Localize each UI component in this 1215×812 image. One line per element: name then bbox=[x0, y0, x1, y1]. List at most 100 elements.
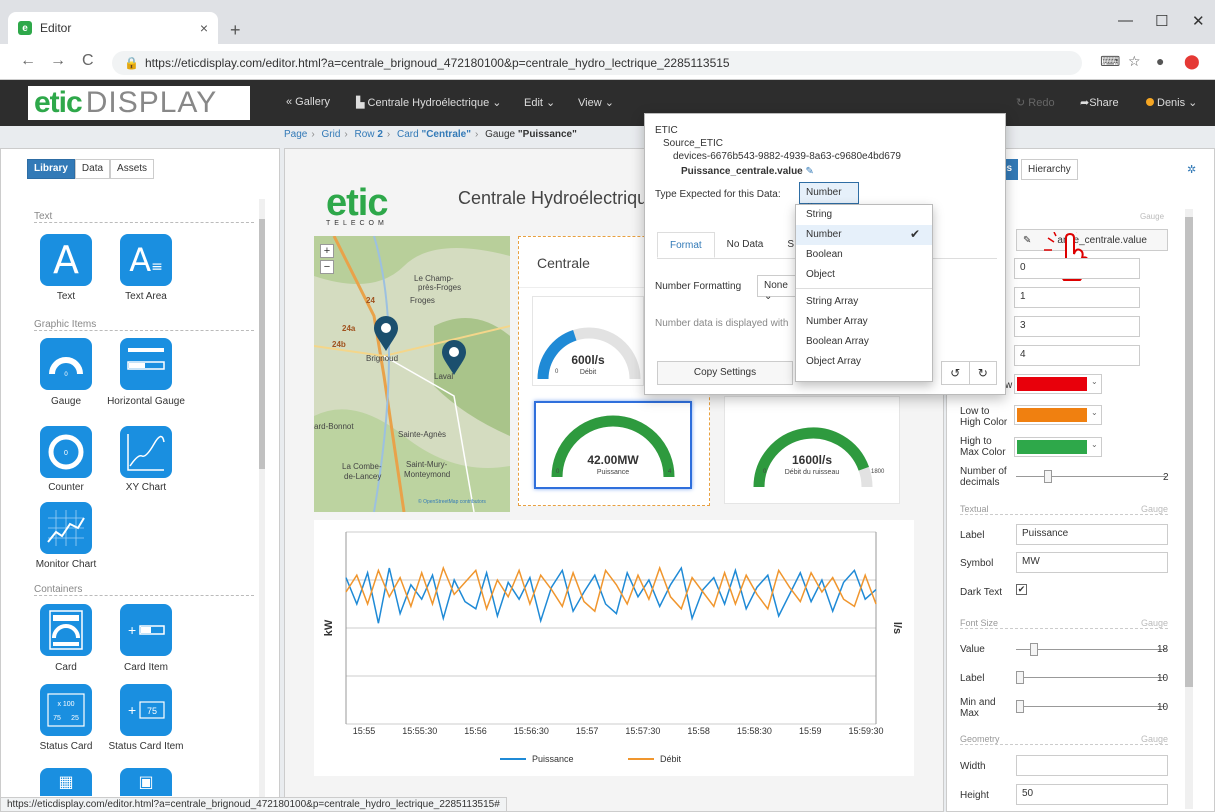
status-card-tile[interactable]: x 100 75 25 bbox=[40, 684, 92, 736]
extension-icon[interactable]: ⬤ bbox=[1184, 53, 1200, 70]
library-scrollbar[interactable] bbox=[259, 199, 265, 809]
low-medium-color-picker[interactable]: ⌄ bbox=[1014, 374, 1102, 394]
redo-button[interactable]: ↻ Redo bbox=[1016, 96, 1055, 109]
tree-value[interactable]: Puissance_centrale.value ✎ bbox=[655, 165, 901, 178]
tab-close-icon[interactable]: × bbox=[200, 20, 208, 36]
width-input[interactable] bbox=[1016, 755, 1168, 776]
gauge-puissance[interactable]: 42.00MW Puissance 0 4 bbox=[534, 401, 692, 489]
share-button[interactable]: ➦Share bbox=[1080, 96, 1119, 109]
option-string-array[interactable]: String Array bbox=[796, 292, 932, 312]
max-value-input[interactable]: 4 bbox=[1014, 345, 1140, 366]
map-zoom-out-button[interactable]: − bbox=[320, 260, 334, 274]
maximize-icon[interactable]: ☐ bbox=[1155, 12, 1168, 30]
text-tile[interactable]: A bbox=[40, 234, 92, 286]
library-scroll-thumb[interactable] bbox=[259, 219, 265, 469]
more-tile-1[interactable]: ▦ bbox=[40, 768, 92, 796]
crumb-card[interactable]: Card "Centrale" bbox=[397, 129, 471, 140]
monitor-chart-tile[interactable] bbox=[40, 502, 92, 554]
card-item-tile[interactable]: + bbox=[120, 604, 172, 656]
browser-tab[interactable]: e Editor × bbox=[8, 12, 218, 44]
tree-root[interactable]: ETIC bbox=[655, 124, 901, 137]
more-tile-2[interactable]: ▣ bbox=[120, 768, 172, 796]
option-object-array[interactable]: Object Array bbox=[796, 352, 932, 372]
forward-icon[interactable]: → bbox=[50, 52, 66, 70]
high-max-color-picker[interactable]: ⌄ bbox=[1014, 437, 1102, 457]
minimize-icon[interactable]: — bbox=[1118, 12, 1133, 29]
high-value-input[interactable]: 3 bbox=[1014, 316, 1140, 337]
tab-assets[interactable]: Assets bbox=[110, 159, 155, 179]
card-tile[interactable] bbox=[40, 604, 92, 656]
tab-format[interactable]: Format bbox=[657, 232, 715, 258]
crumb-grid[interactable]: Grid bbox=[321, 129, 340, 140]
slider-knob[interactable] bbox=[1030, 643, 1038, 656]
low-value-input[interactable]: 1 bbox=[1014, 287, 1140, 308]
font-label-slider[interactable] bbox=[1016, 671, 1166, 684]
option-number[interactable]: Number ✔ bbox=[796, 225, 932, 245]
crumb-page[interactable]: Page bbox=[284, 129, 307, 140]
crumb-row[interactable]: Row 2 bbox=[355, 129, 383, 140]
monitor-chart[interactable]: kW l/s 15:55 15:55:30 15:56 15:56:30 15:57 15:5… bbox=[314, 520, 914, 776]
edit-menu[interactable]: Edit ⌄ bbox=[524, 96, 555, 109]
map-widget[interactable]: + − Le Champ- près-Froges Froges 24 24a … bbox=[314, 236, 510, 512]
slider-knob[interactable] bbox=[1016, 700, 1024, 713]
counter-tile[interactable]: 0 bbox=[40, 426, 92, 478]
gallery-link[interactable]: « Gallery bbox=[286, 96, 330, 108]
tree-device[interactable]: devices-6676b543-9882-4939-8a63-c9680e4b… bbox=[655, 150, 901, 163]
gauge-debit[interactable]: 600l/s Débit 0 bbox=[532, 296, 644, 386]
slider-knob[interactable] bbox=[1016, 671, 1024, 684]
page-title[interactable]: Centrale Hydroélectrique bbox=[458, 188, 657, 209]
decimals-slider[interactable] bbox=[1016, 470, 1166, 483]
tab-no-data[interactable]: No Data bbox=[715, 232, 776, 258]
etic-display-logo[interactable]: etic DISPLAY bbox=[28, 86, 250, 120]
dark-text-checkbox[interactable]: ✔ bbox=[1016, 584, 1027, 595]
settings-gear-icon[interactable]: ✲ bbox=[1187, 163, 1196, 176]
option-string[interactable]: String bbox=[796, 205, 932, 225]
height-input[interactable]: 50 bbox=[1016, 784, 1168, 805]
reset-icon[interactable]: ↺ bbox=[942, 362, 970, 384]
label-input[interactable]: Puissance bbox=[1016, 524, 1168, 545]
properties-scroll-thumb[interactable] bbox=[1185, 217, 1193, 687]
properties-scrollbar[interactable] bbox=[1185, 209, 1193, 809]
translate-icon[interactable]: ⌨ bbox=[1100, 53, 1120, 70]
decimals-value: 2 bbox=[1163, 472, 1169, 483]
copy-settings-button[interactable]: Copy Settings bbox=[657, 361, 793, 385]
user-menu[interactable]: Denis ⌄ bbox=[1146, 96, 1197, 109]
view-menu[interactable]: View ⌄ bbox=[578, 96, 614, 109]
bookmark-star-icon[interactable]: ☆ bbox=[1128, 53, 1141, 70]
slider-knob[interactable] bbox=[1044, 470, 1052, 483]
option-boolean[interactable]: Boolean bbox=[796, 245, 932, 265]
tab-library[interactable]: Library bbox=[27, 159, 75, 179]
tree-source[interactable]: Source_ETIC bbox=[655, 137, 901, 150]
back-icon[interactable]: ← bbox=[20, 52, 36, 70]
font-value-slider[interactable] bbox=[1016, 643, 1166, 656]
type-select[interactable]: Number ⌄ bbox=[799, 182, 859, 209]
tab-data[interactable]: Data bbox=[74, 159, 111, 179]
account-icon[interactable]: ● bbox=[1156, 53, 1164, 69]
font-minmax-slider[interactable] bbox=[1016, 700, 1166, 713]
map-zoom-in-button[interactable]: + bbox=[320, 244, 334, 258]
apply-icon[interactable]: ↻ bbox=[970, 362, 997, 384]
url-field[interactable]: 🔒 https://eticdisplay.com/editor.html?a=c… bbox=[112, 51, 1082, 75]
gauge-debit-ruisseau[interactable]: 1600l/s Débit du ruisseau 0 1800 bbox=[724, 396, 900, 504]
option-boolean-array[interactable]: Boolean Array bbox=[796, 332, 932, 352]
map-attribution[interactable]: © OpenStreetMap contributors bbox=[418, 499, 486, 505]
option-number-array[interactable]: Number Array bbox=[796, 312, 932, 332]
gauge-value: 42.00MW bbox=[587, 453, 639, 467]
option-object[interactable]: Object bbox=[796, 265, 932, 285]
new-tab-button[interactable]: + bbox=[230, 20, 241, 41]
tab-hierarchy[interactable]: Hierarchy bbox=[1021, 159, 1078, 180]
page-menu[interactable]: ▙ Centrale Hydroélectrique ⌄ bbox=[356, 96, 501, 109]
min-value-input[interactable]: 0 bbox=[1014, 258, 1140, 279]
symbol-input[interactable]: MW bbox=[1016, 552, 1168, 573]
status-card-item-tile[interactable]: +75 bbox=[120, 684, 172, 736]
low-high-color-picker[interactable]: ⌄ bbox=[1014, 405, 1102, 425]
xy-chart-tile[interactable] bbox=[120, 426, 172, 478]
map-marker-icon[interactable] bbox=[442, 340, 466, 376]
horizontal-gauge-tile[interactable] bbox=[120, 338, 172, 390]
close-window-icon[interactable]: ✕ bbox=[1192, 12, 1205, 30]
text-area-tile[interactable]: A≡ bbox=[120, 234, 172, 286]
etic-telecom-logo[interactable]: etic TELECOM bbox=[326, 184, 388, 227]
reload-icon[interactable]: C bbox=[82, 52, 94, 70]
map-marker-icon[interactable] bbox=[374, 316, 398, 352]
gauge-tile[interactable]: 0 bbox=[40, 338, 92, 390]
